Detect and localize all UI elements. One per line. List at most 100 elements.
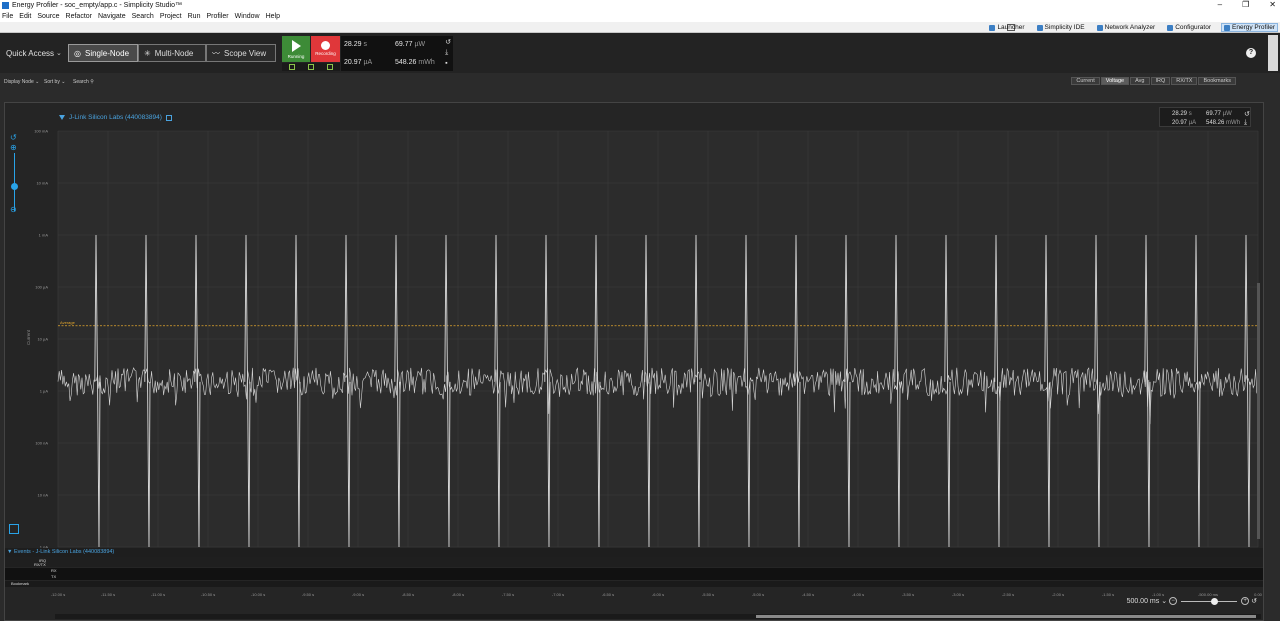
zoom-in-icon[interactable]: ⊕ [10,143,17,152]
average-power: 69.77 µW [395,41,426,48]
menu-file[interactable]: File [2,13,13,20]
menu-search[interactable]: Search [132,13,154,20]
perspective-label: Network Analyzer [1104,24,1156,31]
x-tick-label: -4.00 s [851,592,865,597]
y-axis-title: Current [26,329,32,346]
waveform-icon: 〰 [212,48,220,58]
chevron-down-icon[interactable]: ⌄ [56,49,62,57]
tab-irq[interactable]: IRQ [1150,77,1171,85]
perspective-label: Simplicity IDE [1044,24,1085,31]
menu-navigate[interactable]: Navigate [98,13,126,20]
download-icon[interactable]: ⤓ [1244,119,1247,127]
lane-label: RX [51,568,57,573]
download-icon[interactable]: ⤓ [445,49,451,57]
menu-run[interactable]: Run [188,13,201,20]
run-button[interactable]: Running [282,36,310,62]
lane-rxtx: RX/TX [5,562,1263,567]
x-tick-label: -5.00 s [751,592,765,597]
menu-bar: File Edit Source Refactor Navigate Searc… [0,10,1280,22]
mode-label: Single-Node [84,48,130,58]
capture-option-icon[interactable] [288,64,295,70]
x-tick-label: -8.50 s [401,592,415,597]
energy-total: 548.26 mWh [395,59,435,66]
menu-help[interactable]: Help [266,13,280,20]
zoom-knob[interactable] [1211,597,1219,605]
y-tick-label: 10 nA [38,493,49,498]
reset-icon[interactable]: ↺ [445,38,451,46]
title-bar: Energy Profiler - soc_empty/app.c - Simp… [0,0,1280,10]
node-options-icon[interactable] [165,114,172,121]
reset-zoom-icon[interactable]: ↺ [10,133,17,142]
capture-option-icon[interactable] [307,64,314,70]
display-node-dropdown[interactable]: Display Node ⌄ [4,79,39,85]
menu-project[interactable]: Project [160,13,182,20]
events-header[interactable]: ▼ Events - J-Link Silicon Labs (44008389… [5,548,1263,557]
energy-profile-panel: 100 mA 10 mA 1 mA 100 µA 10 µA 1 µA 100 nA 10 n… [4,102,1264,621]
chart-settings-icon[interactable] [9,524,19,534]
perspective-label: Energy Profiler [1232,24,1275,31]
menu-refactor[interactable]: Refactor [66,13,92,20]
quick-access-label[interactable]: Quick Access [6,49,54,58]
ide-icon [1036,24,1043,31]
x-tick-label: -2.50 s [1001,592,1015,597]
menu-window[interactable]: Window [235,13,260,20]
perspective-network-analyzer[interactable]: Network Analyzer [1095,23,1158,32]
perspective-label: Launcher [997,24,1025,31]
chevron-down-icon[interactable]: ⌄ [1161,597,1167,605]
average-label: Average [60,320,76,325]
collapse-icon[interactable] [59,115,65,120]
perspective-energy-profiler[interactable]: Energy Profiler [1221,23,1278,32]
maximize-button[interactable]: ❐ [1242,0,1249,9]
time-axis: -12.00 s -11.50 s -11.00 s -10.50 s -10.00 s… [5,589,1263,603]
tab-bookmarks[interactable]: Bookmarks [1198,77,1236,85]
menu-edit[interactable]: Edit [19,13,31,20]
record-button[interactable]: Recording [311,36,340,62]
sort-by-dropdown[interactable]: Sort by ⌄ [44,79,65,85]
capture-option-icon[interactable] [327,64,334,70]
play-icon [291,40,301,52]
readout-actions: ↺ ⤓ ▪ [445,38,451,67]
multi-node-button[interactable]: ✳ Multi-Node [138,44,206,62]
single-node-button[interactable]: ◎ Single-Node [68,44,138,62]
horizontal-scrollbar[interactable] [55,614,1261,619]
close-button[interactable]: ✕ [1269,0,1276,9]
tab-voltage[interactable]: Voltage [1100,77,1130,85]
perspective-launcher[interactable]: Launcher [987,23,1026,32]
tab-current[interactable]: Current [1071,77,1100,85]
reset-zoom-icon[interactable]: ↺ [1251,597,1257,605]
zoom-out-icon[interactable]: ⊖ [10,205,17,214]
launcher-icon [989,24,996,31]
time-zoom-slider[interactable] [1181,597,1238,605]
scope-view-button[interactable]: 〰 Scope View [206,44,276,62]
search-field[interactable]: Search ⚲ [73,79,94,85]
perspective-simplicity-ide[interactable]: Simplicity IDE [1035,23,1087,32]
reset-icon[interactable]: ↺ [1244,110,1250,118]
toolbar-scrollbar[interactable] [1268,35,1278,71]
x-tick-label: -6.50 s [601,592,615,597]
node-average-power: 69.77 µW [1206,111,1232,117]
vertical-scrollbar[interactable] [1257,283,1260,539]
elapsed-time: 28.29 s [344,41,367,48]
zoom-knob[interactable] [11,183,18,190]
zoom-value[interactable]: 500.00 ms [1127,598,1160,605]
current-chart[interactable]: 100 mA 10 mA 1 mA 100 µA 10 µA 1 µA 100 nA 10 n… [5,103,1263,620]
menu-profiler[interactable]: Profiler [206,13,228,20]
lane-label: TX [51,574,57,579]
menu-source[interactable]: Source [37,13,59,20]
tab-rx-tx[interactable]: RX/TX [1171,77,1198,85]
x-tick-label: -3.00 s [951,592,965,597]
perspective-configurator[interactable]: Configurator [1165,23,1213,32]
tab-avg[interactable]: Avg [1130,77,1150,85]
x-tick-label: -3.50 s [901,592,915,597]
zoom-out-icon[interactable]: − [1169,597,1178,605]
pin-icon[interactable]: ▪ [445,60,451,67]
zoom-in-icon[interactable]: + [1241,597,1250,605]
scrollbar-thumb[interactable] [756,615,1256,618]
minimize-button[interactable]: – [1218,0,1222,9]
help-icon[interactable]: ? [1246,48,1256,58]
event-lanes: IRQ RX/TX RX TX Bookmark [5,557,1263,587]
node-readout: 28.29 s 69.77 µW 20.97 µA 548.26 mWh ↺ ⤓ [1159,107,1251,127]
x-tick-label: -6.00 s [651,592,665,597]
node-header[interactable]: J-Link Silicon Labs (440083894) [59,114,172,121]
x-tick-label: -7.00 s [551,592,565,597]
